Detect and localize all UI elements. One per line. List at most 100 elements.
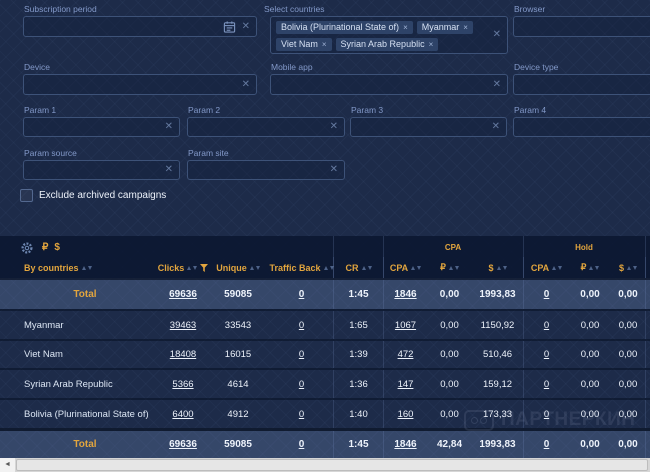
country-tag[interactable]: Myanmar× bbox=[417, 21, 473, 34]
sort-icon[interactable] bbox=[250, 266, 260, 270]
col-label: Clicks bbox=[158, 263, 185, 273]
hold-cpa-link[interactable]: 0 bbox=[544, 439, 550, 450]
sort-icon[interactable] bbox=[362, 266, 372, 270]
col-header-cr[interactable]: CR bbox=[333, 257, 383, 278]
hold-rub-cell: 0,00 bbox=[569, 370, 611, 398]
clicks-link[interactable]: 39463 bbox=[170, 320, 196, 331]
traffic-back-link[interactable]: 0 bbox=[299, 439, 305, 450]
param-1-input[interactable]: ✕ bbox=[23, 117, 180, 137]
sort-icon[interactable] bbox=[589, 266, 599, 270]
traffic-back-cell: 0 bbox=[270, 431, 333, 458]
exclude-archived-checkbox[interactable] bbox=[20, 189, 33, 202]
clear-icon[interactable]: ✕ bbox=[493, 30, 501, 40]
hold-cpa-link[interactable]: 0 bbox=[544, 349, 549, 360]
select-countries-input[interactable]: Bolivia (Plurinational State of) × Myanma… bbox=[270, 16, 508, 54]
calendar-icon[interactable] bbox=[223, 20, 236, 33]
country-tag-label: Bolivia (Plurinational State of) bbox=[281, 21, 399, 34]
country-tag[interactable]: Viet Nam× bbox=[276, 38, 332, 51]
param-source-input[interactable]: ✕ bbox=[23, 160, 180, 180]
rub-cell: 0,00 bbox=[427, 311, 472, 339]
browser-label: Browser bbox=[514, 4, 545, 14]
cr-cell: 1:65 bbox=[333, 311, 383, 339]
sort-icon[interactable] bbox=[82, 266, 92, 270]
traffic-back-link[interactable]: 0 bbox=[299, 349, 304, 360]
clear-icon[interactable]: ✕ bbox=[165, 165, 173, 175]
col-header-hold-cpa[interactable]: CPA bbox=[523, 257, 569, 278]
hold-usd-cell: 0,00 bbox=[611, 311, 645, 339]
sort-icon[interactable] bbox=[411, 266, 421, 270]
clear-icon[interactable]: ✕ bbox=[330, 165, 338, 175]
remove-tag-icon[interactable]: × bbox=[322, 38, 327, 51]
col-header-rub[interactable]: ₽ bbox=[427, 257, 472, 278]
subscription-period-input[interactable]: ✕ bbox=[23, 16, 257, 37]
gear-icon[interactable] bbox=[20, 241, 34, 255]
param-4-input[interactable] bbox=[513, 117, 650, 137]
rub-cell: 0,00 bbox=[427, 370, 472, 398]
traffic-back-cell: 0 bbox=[270, 370, 333, 398]
table-row: Bolivia (Plurinational State of) 6400 49… bbox=[0, 398, 650, 428]
param-2-input[interactable]: ✕ bbox=[187, 117, 345, 137]
table-row: Myanmar 39463 33543 0 1:65 1067 0,00 115… bbox=[0, 309, 650, 339]
total-row-bottom: Total 69636 59085 0 1:45 1846 42,84 1993… bbox=[0, 428, 650, 458]
scroll-left-icon[interactable]: ◄ bbox=[0, 458, 15, 472]
horizontal-scrollbar[interactable]: ◄ bbox=[0, 458, 650, 472]
clear-icon[interactable]: ✕ bbox=[242, 22, 250, 32]
hold-cpa-link[interactable]: 0 bbox=[544, 409, 549, 420]
clicks-cell: 39463 bbox=[160, 311, 206, 339]
traffic-back-link[interactable]: 0 bbox=[299, 320, 304, 331]
traffic-back-link[interactable]: 0 bbox=[299, 289, 305, 300]
col-header-hold-usd[interactable]: $ bbox=[611, 257, 645, 278]
scrollbar-thumb[interactable] bbox=[16, 459, 648, 471]
sort-icon[interactable] bbox=[497, 266, 507, 270]
cpa-link[interactable]: 1067 bbox=[395, 320, 416, 331]
usd-cell: 510,46 bbox=[472, 341, 523, 368]
currency-rub-button[interactable]: ₽ bbox=[42, 242, 48, 253]
sort-icon[interactable] bbox=[552, 266, 562, 270]
country-tag[interactable]: Bolivia (Plurinational State of) × bbox=[276, 21, 413, 34]
cpa-link[interactable]: 160 bbox=[398, 409, 414, 420]
hold-cpa-link[interactable]: 0 bbox=[544, 289, 550, 300]
clear-icon[interactable]: ✕ bbox=[242, 80, 250, 90]
clicks-link[interactable]: 69636 bbox=[169, 289, 197, 300]
cpa-link[interactable]: 1846 bbox=[394, 289, 416, 300]
device-input[interactable]: ✕ bbox=[23, 74, 257, 95]
clear-icon[interactable]: ✕ bbox=[493, 80, 501, 90]
cpa-link[interactable]: 1846 bbox=[394, 439, 416, 450]
remove-tag-icon[interactable]: × bbox=[429, 38, 434, 51]
col-header-usd[interactable]: $ bbox=[472, 257, 523, 278]
param-site-input[interactable]: ✕ bbox=[187, 160, 345, 180]
clicks-link[interactable]: 18408 bbox=[170, 349, 196, 360]
rub-cell: 0,00 bbox=[427, 280, 472, 309]
col-header-clicks[interactable]: Clicks bbox=[160, 257, 206, 278]
param-3-label: Param 3 bbox=[351, 105, 383, 115]
device-type-input[interactable] bbox=[513, 74, 650, 95]
col-header-by-countries[interactable]: By countries bbox=[0, 257, 160, 278]
hold-cpa-link[interactable]: 0 bbox=[544, 379, 549, 390]
clicks-link[interactable]: 69636 bbox=[169, 439, 197, 450]
cpa-link[interactable]: 147 bbox=[398, 379, 414, 390]
mobile-app-input[interactable]: ✕ bbox=[270, 74, 508, 95]
traffic-back-link[interactable]: 0 bbox=[299, 409, 304, 420]
currency-usd-button[interactable]: $ bbox=[54, 242, 60, 253]
browser-input[interactable] bbox=[513, 16, 650, 37]
col-header-hold-rub[interactable]: ₽ bbox=[569, 257, 611, 278]
cpa-link[interactable]: 472 bbox=[398, 349, 414, 360]
col-header-cpa[interactable]: CPA bbox=[383, 257, 427, 278]
clicks-link[interactable]: 6400 bbox=[172, 409, 193, 420]
param-3-input[interactable]: ✕ bbox=[350, 117, 507, 137]
clear-icon[interactable]: ✕ bbox=[330, 122, 338, 132]
clicks-link[interactable]: 5366 bbox=[172, 379, 193, 390]
col-header-unique[interactable]: Unique bbox=[206, 257, 270, 278]
hold-cpa-link[interactable]: 0 bbox=[544, 320, 549, 331]
clear-icon[interactable]: ✕ bbox=[492, 122, 500, 132]
remove-tag-icon[interactable]: × bbox=[403, 21, 408, 34]
col-header-traffic-back[interactable]: Traffic Back bbox=[270, 257, 333, 278]
traffic-back-link[interactable]: 0 bbox=[299, 379, 304, 390]
sort-icon[interactable] bbox=[187, 266, 197, 270]
sort-icon[interactable] bbox=[627, 266, 637, 270]
sort-icon[interactable] bbox=[449, 266, 459, 270]
table-row: Viet Nam 18408 16015 0 1:39 472 0,00 510… bbox=[0, 339, 650, 368]
remove-tag-icon[interactable]: × bbox=[463, 21, 468, 34]
country-tag[interactable]: Syrian Arab Republic× bbox=[336, 38, 439, 51]
clear-icon[interactable]: ✕ bbox=[165, 122, 173, 132]
